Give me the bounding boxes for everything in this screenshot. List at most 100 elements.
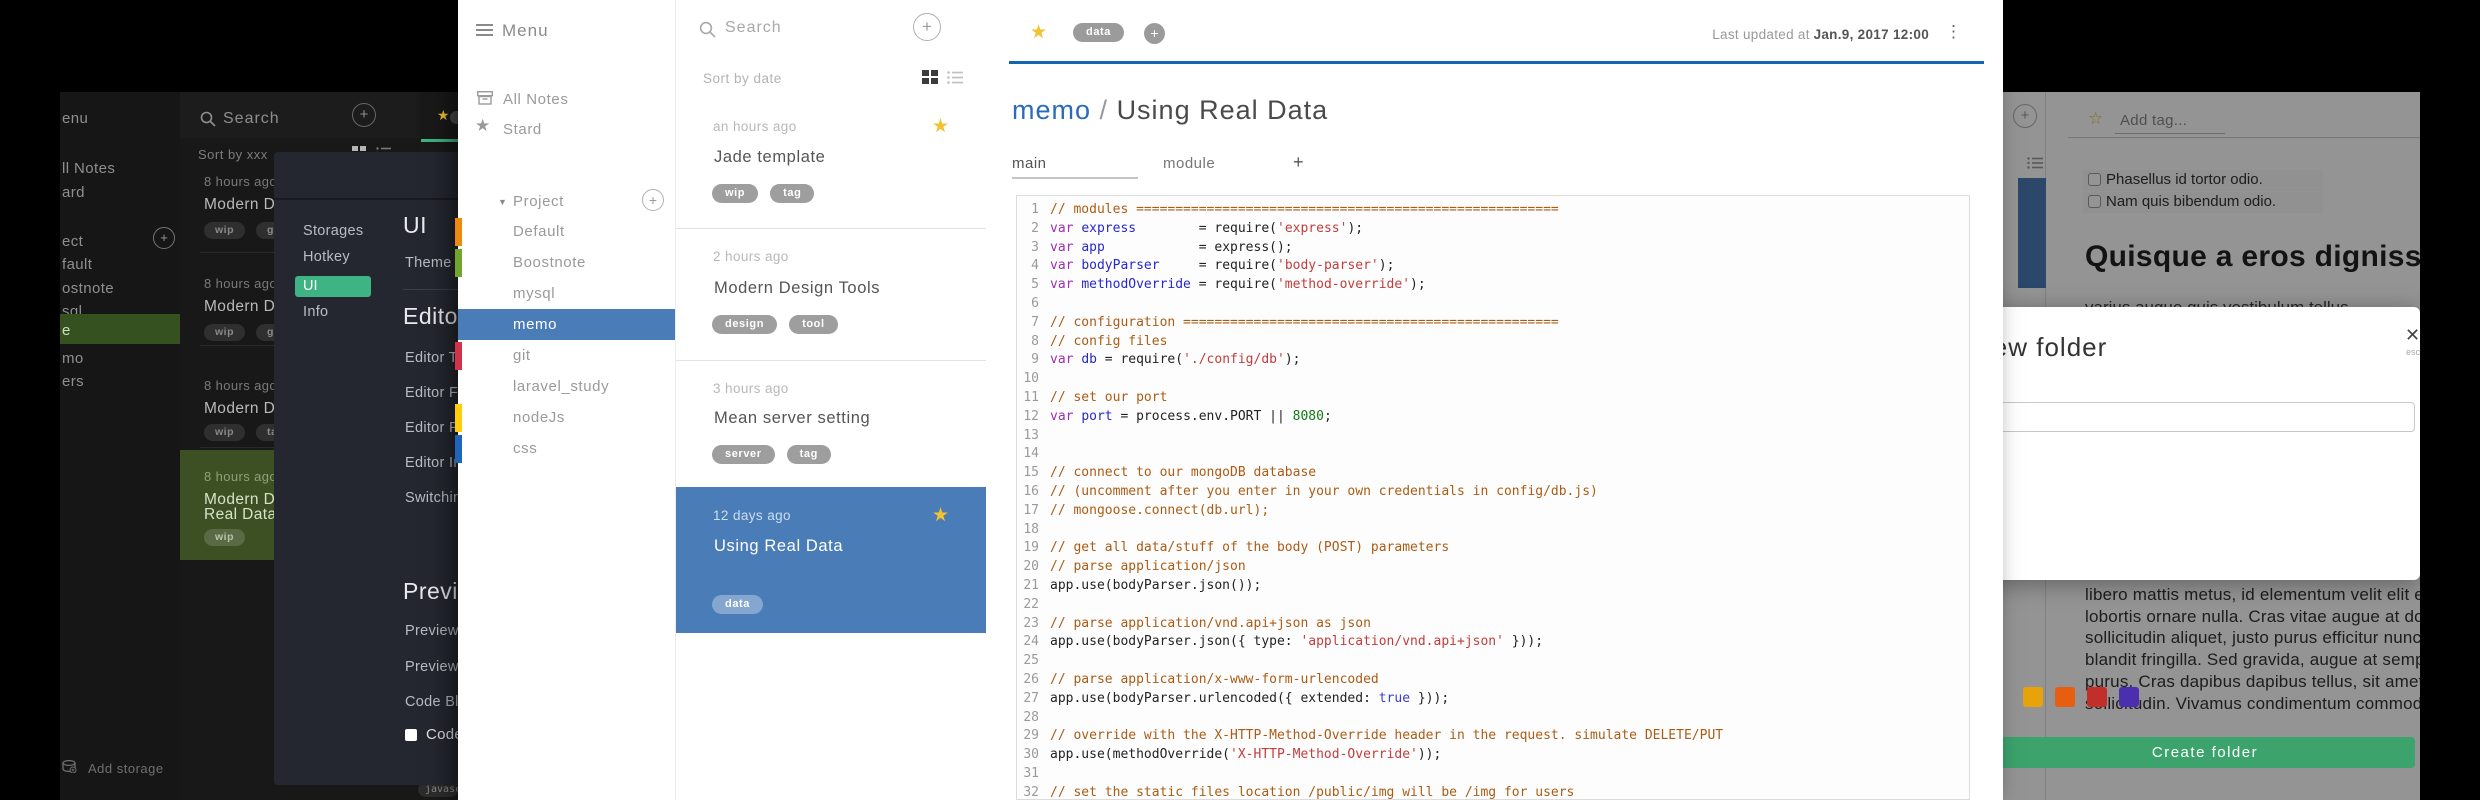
preferences-tab[interactable]: Hotkey bbox=[303, 249, 350, 265]
settings-item-clipped[interactable]: Preview F bbox=[405, 659, 458, 675]
settings-item-clipped[interactable]: Code B bbox=[426, 726, 458, 743]
preferences-tab-selected[interactable]: UI bbox=[295, 276, 371, 297]
settings-item-clipped[interactable]: Code Blo bbox=[405, 694, 458, 710]
sidebar-item-clipped[interactable]: ard bbox=[62, 184, 85, 201]
sidebar-item-clipped[interactable]: mo bbox=[62, 350, 84, 367]
color-swatch[interactable] bbox=[2087, 687, 2107, 707]
desktop: enu ll Notes ard ect + fault ostnote sql e mo ers … bbox=[0, 0, 2480, 800]
dark-tag-pill-sliver bbox=[450, 111, 458, 124]
sidebar-item-mysql[interactable]: mysql bbox=[458, 278, 675, 309]
settings-item-clipped[interactable]: Theme bbox=[405, 255, 452, 271]
sidebar-item-git[interactable]: git bbox=[455, 340, 675, 371]
code-line: 5 var methodOverride = require('method-ov… bbox=[1031, 277, 1426, 293]
code-line: 8// config files bbox=[1031, 333, 1168, 349]
star-icon[interactable]: ★ bbox=[437, 107, 450, 124]
add-storage-button[interactable]: Add storage bbox=[88, 761, 164, 776]
folder-color-bar bbox=[455, 435, 462, 463]
tab-main[interactable]: main bbox=[1012, 155, 1047, 172]
color-swatch[interactable] bbox=[2119, 687, 2139, 707]
new-folder-dialog: New folder ✕ esc Create folder bbox=[1985, 307, 2420, 768]
color-swatch[interactable] bbox=[2023, 687, 2043, 707]
sidebar-item-clipped[interactable]: ostnote bbox=[62, 280, 114, 297]
tab-module[interactable]: module bbox=[1163, 155, 1215, 172]
sidebar-item-clipped[interactable]: fault bbox=[62, 256, 92, 273]
grid-view-icon[interactable] bbox=[922, 70, 939, 85]
search-icon bbox=[699, 21, 716, 38]
add-tag-button[interactable]: + bbox=[1144, 23, 1165, 44]
folder-label: git bbox=[513, 347, 531, 364]
note-list-item[interactable]: 2 hours ago Modern Design Tools design tool bbox=[676, 228, 986, 360]
add-snippet-tab-button[interactable]: + bbox=[1293, 152, 1304, 173]
settings-item-clipped[interactable]: Editor Th bbox=[405, 350, 458, 366]
sidebar-item-clipped[interactable]: ect bbox=[62, 233, 83, 250]
all-notes-icon bbox=[477, 91, 493, 105]
checkbox[interactable] bbox=[405, 729, 417, 741]
dark-search-input[interactable]: Search bbox=[223, 110, 280, 128]
sidebar-item-css[interactable]: css bbox=[455, 433, 675, 464]
project-section-label[interactable]: Project bbox=[513, 193, 564, 210]
note-tags: server tag bbox=[712, 445, 831, 464]
code-line: 23// parse application/vnd.api+json as j… bbox=[1023, 615, 1371, 631]
chevron-down-icon[interactable]: ▼ bbox=[498, 197, 507, 207]
note-title: Modern Design Tools bbox=[714, 279, 881, 297]
sidebar-item-clipped[interactable]: enu bbox=[62, 110, 88, 127]
star-icon[interactable]: ★ bbox=[932, 115, 949, 138]
editor-blue-divider bbox=[1009, 61, 1984, 64]
note-tags: wip tag bbox=[712, 184, 815, 203]
list-view-icon[interactable] bbox=[947, 71, 963, 84]
search-input[interactable]: Search bbox=[725, 19, 782, 37]
right-window: + ☆ Add tag... Phasellus id tortor odio.… bbox=[1985, 92, 2420, 800]
settings-item-clipped[interactable]: Preview F bbox=[405, 623, 458, 639]
sidebar-item-clipped[interactable]: e bbox=[62, 322, 71, 339]
star-icon[interactable]: ★ bbox=[1030, 21, 1047, 44]
settings-item-clipped[interactable]: Editor Ind bbox=[405, 455, 458, 471]
note-list-item[interactable]: an hours ago ★ Jade template wip tag bbox=[676, 105, 986, 228]
note-list-item[interactable]: 3 hours ago Mean server setting server tag bbox=[676, 360, 986, 487]
settings-item-clipped[interactable]: Editor Fo bbox=[405, 420, 458, 436]
settings-item-clipped[interactable]: Editor Fo bbox=[405, 385, 458, 401]
preferences-tab[interactable]: Info bbox=[303, 304, 328, 320]
hamburger-icon[interactable] bbox=[476, 24, 493, 36]
sort-selector[interactable]: Sort by date bbox=[703, 71, 782, 86]
breadcrumb-folder[interactable]: memo bbox=[1012, 95, 1091, 125]
sidebar-item-Default[interactable]: Default bbox=[455, 216, 675, 247]
close-icon[interactable]: ✕ bbox=[2405, 325, 2420, 346]
settings-item-clipped[interactable]: Switching bbox=[405, 490, 458, 506]
add-folder-button[interactable]: + bbox=[642, 189, 664, 211]
preferences-tab[interactable]: Storages bbox=[303, 223, 363, 239]
sidebar-item-memo[interactable]: memo bbox=[458, 309, 675, 340]
menu-label[interactable]: Menu bbox=[502, 21, 549, 41]
add-folder-button[interactable]: + bbox=[153, 227, 175, 249]
folder-name-input[interactable] bbox=[1995, 402, 2415, 432]
sidebar-item-laravel_study[interactable]: laravel_study bbox=[458, 371, 675, 402]
last-updated-value: Jan.9, 2017 12:00 bbox=[1813, 27, 1929, 42]
folder-label: nodeJs bbox=[513, 409, 565, 426]
new-note-button[interactable]: + bbox=[913, 13, 941, 41]
dark-sort-selector[interactable]: Sort by xxx bbox=[198, 147, 268, 162]
sidebar-item-Boostnote[interactable]: Boostnote bbox=[455, 247, 675, 278]
sidebar-item-clipped[interactable]: ll Notes bbox=[62, 160, 115, 177]
note-list-item[interactable]: 12 days ago ★ Using Real Data data bbox=[676, 487, 986, 633]
sidebar-item-clipped[interactable]: ers bbox=[62, 373, 84, 390]
last-updated: Last updated at Jan.9, 2017 12:00 bbox=[1712, 27, 1929, 42]
kebab-menu-icon[interactable]: ⋮ bbox=[1945, 22, 1962, 42]
folder-color-bar bbox=[455, 404, 462, 432]
code-line: 15// connect to our mongoDB database bbox=[1023, 465, 1317, 481]
last-updated-label: Last updated at bbox=[1712, 27, 1810, 42]
note-tag[interactable]: data bbox=[1073, 23, 1125, 42]
settings-section-heading: Editor bbox=[403, 303, 458, 329]
sidebar-item-nodeJs[interactable]: nodeJs bbox=[455, 402, 675, 433]
code-line: 18 bbox=[1023, 521, 1039, 537]
code-editor[interactable]: 1// modules ============================… bbox=[1016, 195, 1970, 800]
dark-new-note-button[interactable]: + bbox=[352, 103, 376, 127]
sidebar-item-starred[interactable]: Stard bbox=[503, 121, 542, 138]
note-date: 3 hours ago bbox=[713, 381, 789, 396]
sidebar-item-selected[interactable] bbox=[60, 314, 180, 344]
color-swatch[interactable] bbox=[2055, 687, 2075, 707]
code-line: 29// override with the X-HTTP-Method-Ove… bbox=[1023, 728, 1724, 744]
sidebar-item-all-notes[interactable]: All Notes bbox=[503, 91, 568, 108]
star-icon[interactable]: ★ bbox=[932, 504, 949, 527]
folder-color-bar bbox=[455, 342, 462, 370]
note-tag: tag bbox=[786, 445, 831, 464]
create-folder-button[interactable]: Create folder bbox=[1995, 737, 2415, 768]
